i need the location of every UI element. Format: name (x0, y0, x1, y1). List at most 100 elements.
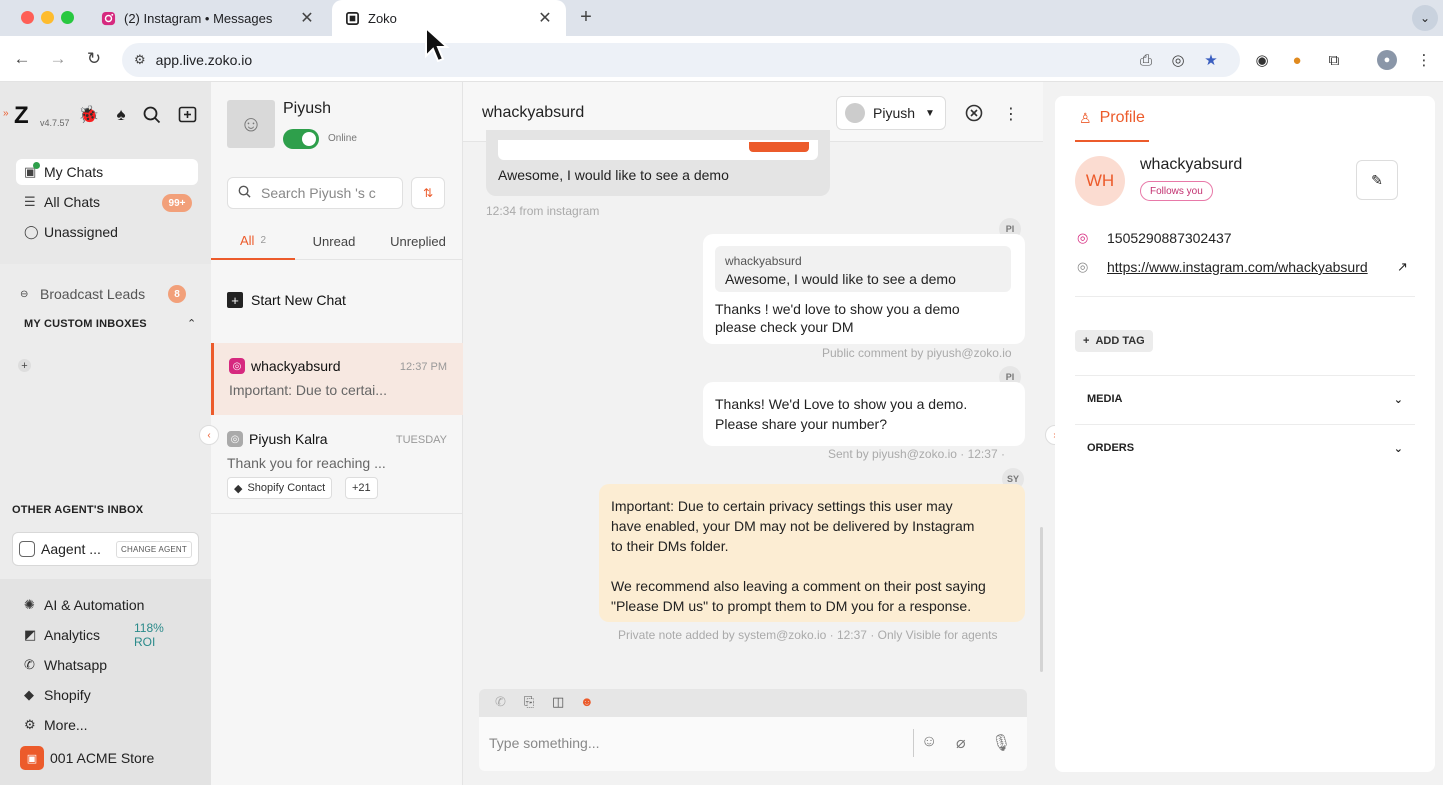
install-app-icon[interactable]: ⎙ (1136, 51, 1156, 69)
nav-unassigned[interactable]: ◯ Unassigned (16, 219, 198, 245)
close-tab-icon[interactable]: ✕ (298, 8, 316, 28)
left-navigation: » Z v4.7.57 🐞 ♠ ▣ My Chats ☰ All Chats 9… (0, 82, 211, 785)
template-icon[interactable]: ⎘ (524, 694, 534, 710)
sort-button[interactable]: ⇅ (411, 177, 445, 209)
orders-accordion[interactable]: ORDERS ⌄ (1087, 442, 1403, 455)
add-inbox-icon[interactable]: + (18, 359, 31, 372)
reload-icon[interactable]: ↻ (83, 48, 105, 70)
quote-text: Awesome, I would like to see a demo (725, 271, 956, 287)
agent-profile-avatar: ☺ (227, 100, 275, 148)
browser-tab-instagram[interactable]: (2) Instagram • Messages ✕ (88, 0, 328, 36)
mouse-pointer-icon (425, 26, 450, 63)
accordion-label: ORDERS (1087, 442, 1135, 454)
tab-count: 2 (260, 234, 266, 246)
maximize-window-button[interactable] (61, 11, 74, 24)
chevron-up-icon[interactable]: ⌃ (187, 317, 196, 330)
site-settings-icon[interactable]: ⚙ (134, 52, 146, 68)
composer-toolbar: ✆ ⎘ ◫ ☻ (479, 689, 1027, 717)
nav-ai-automation[interactable]: ✺ AI & Automation (24, 594, 144, 616)
nav-my-chats[interactable]: ▣ My Chats (16, 159, 198, 185)
nav-broadcast-leads[interactable]: ⊖ Broadcast Leads (12, 281, 194, 307)
collapse-left-chevron-icon[interactable]: ‹ (199, 425, 219, 445)
emoji-icon[interactable]: ☺ (921, 733, 937, 751)
conversation-title: whackyabsurd (482, 104, 585, 121)
nav-more[interactable]: ⚙ More... (24, 714, 88, 736)
extension-orange-icon[interactable]: ● (1287, 50, 1307, 70)
close-window-button[interactable] (21, 11, 34, 24)
expand-nav-icon[interactable]: » (3, 108, 9, 119)
extension-grammar-icon[interactable]: ◉ (1252, 50, 1272, 70)
close-tab-icon[interactable]: ✕ (536, 8, 554, 28)
private-note-icon[interactable]: ☻ (580, 694, 594, 709)
minimize-window-button[interactable] (41, 11, 54, 24)
compose-icon[interactable] (176, 104, 198, 126)
close-conversation-icon[interactable] (965, 104, 983, 127)
tab-unread[interactable]: Unread (295, 222, 373, 260)
change-agent-button[interactable]: CHANGE AGENT (116, 540, 192, 558)
search-icon[interactable] (141, 104, 163, 126)
assignee-dropdown[interactable]: Piyush ▼ (836, 96, 946, 130)
media-accordion[interactable]: MEDIA ⌄ (1087, 393, 1403, 406)
instagram-icon (100, 10, 116, 26)
message-meta: Private note added by system@zoko.io · 1… (618, 628, 998, 642)
whatsapp-icon[interactable]: ✆ (495, 694, 506, 710)
tab-profile[interactable]: ♙ Profile (1075, 96, 1149, 142)
instagram-icon: ◎ (227, 431, 243, 447)
browser-menu-icon[interactable]: ⋮ (1414, 50, 1434, 70)
spade-icon[interactable]: ♠ (110, 104, 132, 126)
chart-icon: ◩ (24, 627, 37, 642)
address-bar[interactable]: ⚙ app.live.zoko.io ⎙ ◎ ★ (122, 43, 1240, 77)
instagram-icon: ◎ (1077, 230, 1089, 245)
composer-divider (913, 729, 914, 757)
tab-all[interactable]: All 2 (211, 222, 295, 260)
eye-off-icon[interactable]: ◎ (1168, 51, 1188, 69)
nav-item-label: Whatsapp (44, 657, 108, 673)
more-options-icon[interactable]: ⋮ (1003, 104, 1019, 124)
message-input[interactable] (489, 731, 899, 755)
online-toggle[interactable] (283, 129, 319, 149)
edit-contact-button[interactable]: ✎ (1356, 160, 1398, 200)
profile-panel: ♙ Profile WH whackyabsurd Follows you ✎ … (1055, 96, 1435, 772)
forward-arrow-icon[interactable]: → (47, 48, 69, 70)
instagram-icon: ◎ (229, 358, 245, 374)
extensions-puzzle-icon[interactable]: ⧉ (1324, 50, 1344, 70)
tab-unreplied[interactable]: Unreplied (375, 222, 461, 260)
chat-contact-name: Piyush Kalra (249, 431, 328, 447)
more-tags-chip[interactable]: +21 (345, 477, 378, 499)
zoko-app: » Z v4.7.57 🐞 ♠ ▣ My Chats ☰ All Chats 9… (0, 82, 1443, 785)
new-tab-icon[interactable]: + (574, 6, 598, 29)
store-switcher[interactable]: ▣ 001 ACME Store (20, 746, 154, 770)
start-new-chat-button[interactable]: + Start New Chat (227, 292, 346, 308)
attachment-icon[interactable]: ⌀ (956, 733, 966, 753)
tag-chip[interactable]: ◆ Shopify Contact (227, 477, 333, 499)
chat-list-item[interactable]: ◎ Piyush Kalra TUESDAY Thank you for rea… (211, 416, 463, 514)
message-meta: 12:34 from instagram (486, 204, 600, 218)
note-icon[interactable]: ◫ (552, 694, 564, 710)
nav-analytics[interactable]: ◩ Analytics 118% ROI (24, 621, 186, 649)
bookmark-star-icon[interactable]: ★ (1201, 51, 1221, 69)
message-scrollbar[interactable] (1040, 527, 1043, 672)
nav-shopify[interactable]: ◆ Shopify (24, 684, 91, 706)
outgoing-message: Thanks! We'd Love to show you a demo. Pl… (703, 382, 1025, 446)
user-profile-avatar[interactable]: ● (1377, 50, 1397, 70)
external-link-icon[interactable]: ↗ (1397, 259, 1408, 275)
chat-preview: Thank you for reaching ... (227, 455, 386, 471)
search-icon (238, 185, 251, 201)
microphone-icon[interactable]: 🎙 (991, 733, 1011, 753)
agent-selector[interactable]: Aagent ... CHANGE AGENT (12, 532, 199, 566)
instagram-id-row: ◎ 1505290887302437 (1077, 230, 1232, 246)
chat-contact-name: whackyabsurd (251, 358, 341, 374)
nav-whatsapp[interactable]: ✆ Whatsapp (24, 654, 107, 676)
chat-search-box[interactable]: Search Piyush 's c (227, 177, 403, 209)
browser-toolbar: ← → ↻ ⚙ app.live.zoko.io ⎙ ◎ ★ ◉ ● ⧉ ● ⋮ (0, 36, 1443, 82)
back-arrow-icon[interactable]: ← (11, 48, 33, 70)
message-line: have enabled, your DM may not be deliver… (611, 518, 975, 534)
message-line (611, 556, 1013, 576)
bug-icon[interactable]: 🐞 (78, 104, 100, 126)
profile-divider (1075, 375, 1415, 376)
instagram-profile-link[interactable]: https://www.instagram.com/whackyabsurd (1107, 259, 1387, 275)
chat-list-item[interactable]: ◎ whackyabsurd 12:37 PM Important: Due t… (211, 343, 463, 415)
add-tag-button[interactable]: + ADD TAG (1075, 330, 1153, 352)
tab-search-chevron-icon[interactable]: ⌄ (1412, 5, 1438, 31)
tab-label: Unreplied (390, 233, 446, 249)
